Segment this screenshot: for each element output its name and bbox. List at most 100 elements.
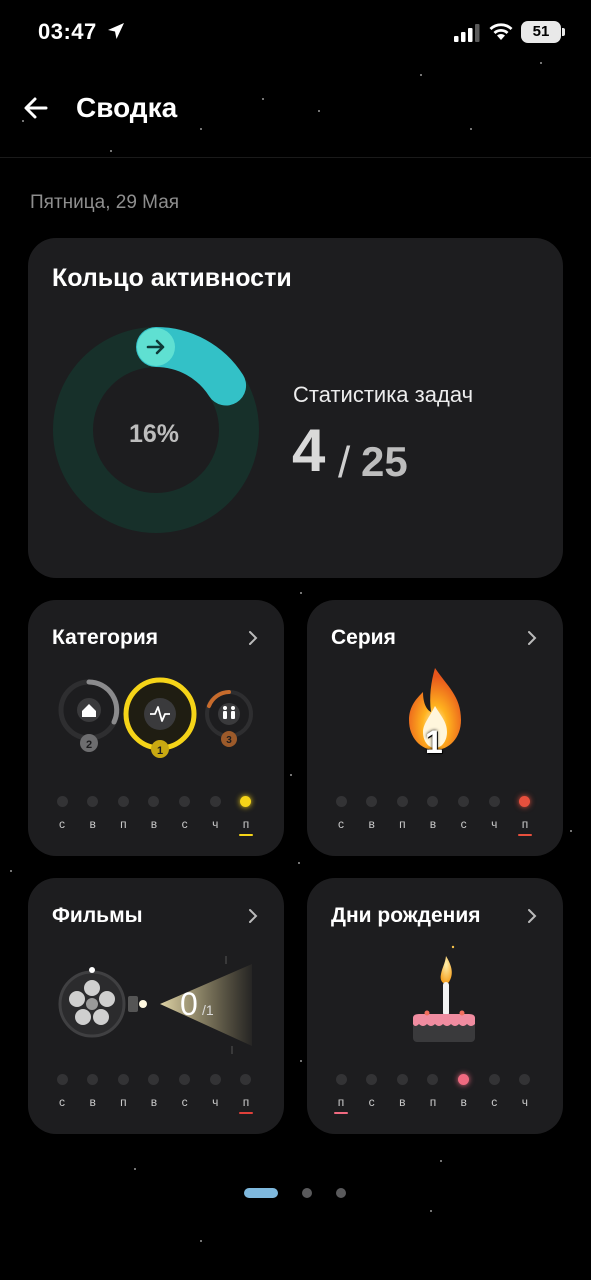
birthdays-title: Дни рождения	[331, 904, 481, 927]
birthday-cake-icon	[413, 945, 475, 1042]
weekday-underline	[238, 1112, 253, 1114]
weekday: ч	[205, 1074, 225, 1114]
weekday-label: ч	[521, 1095, 529, 1109]
film-projector-icon	[58, 956, 252, 1054]
weekday-dot	[148, 1074, 160, 1085]
page-dot[interactable]	[336, 1188, 346, 1198]
star	[300, 1060, 302, 1062]
weekday-label: ч	[212, 817, 219, 831]
weekday-label: в	[429, 817, 437, 831]
chevron-right-icon[interactable]	[246, 630, 260, 646]
chevron-right-icon[interactable]	[246, 908, 260, 924]
weekday: п	[236, 796, 256, 836]
weekday: с	[175, 1074, 195, 1114]
chevron-right-icon[interactable]	[525, 908, 539, 924]
weekday-label: ч	[212, 1095, 219, 1109]
weekday-label: п	[399, 817, 406, 831]
status-bar: 03:47 51	[0, 0, 591, 64]
weekday-label: в	[150, 1095, 158, 1109]
weekday: п	[236, 1074, 256, 1114]
weekday-dot	[427, 1074, 439, 1085]
category-home-ring: 2	[58, 679, 120, 752]
weekday: в	[144, 796, 164, 836]
battery-indicator: 51	[521, 21, 565, 43]
weekday-dot	[240, 1074, 252, 1085]
streak-week-row: свпвсчп	[331, 796, 535, 836]
weekday: п	[331, 1074, 351, 1114]
weekday-label: п	[337, 1095, 345, 1109]
weekday-label: в	[89, 817, 96, 831]
star	[10, 870, 12, 872]
tasks-done-count: 4	[292, 417, 326, 484]
weekday: в	[362, 796, 382, 836]
weekday-label: в	[399, 1095, 406, 1109]
weekday: в	[83, 796, 103, 836]
activity-ring-card[interactable]: Кольцо активности 16% Статистика задач 4…	[28, 238, 563, 578]
weekday: п	[392, 796, 412, 836]
star	[570, 830, 572, 832]
weekday-label: в	[89, 1095, 96, 1109]
date-label: Пятница, 29 Мая	[30, 192, 180, 213]
weekday-dot	[179, 796, 191, 807]
weekday-dot	[209, 1074, 221, 1085]
birthdays-card[interactable]: Дни рождения п с в п в с ч	[307, 878, 563, 1134]
task-stats-label: Статистика задач	[293, 382, 474, 407]
weekday: п	[113, 1074, 133, 1114]
star	[430, 1210, 432, 1212]
chevron-right-icon[interactable]	[525, 630, 539, 646]
category-family-ring: 3	[205, 690, 253, 747]
weekday-dot	[240, 796, 252, 807]
page-indicator[interactable]	[244, 1188, 354, 1200]
weekday-label: с	[59, 817, 65, 831]
weekday: с	[52, 1074, 72, 1114]
page-title: Сводка	[76, 92, 178, 123]
weekday: с	[331, 796, 351, 836]
weekday: с	[454, 796, 474, 836]
activity-ring-title: Кольцо активности	[52, 264, 292, 292]
category-rank-1: 1	[157, 745, 163, 757]
weekday-dot	[366, 1074, 378, 1085]
weekday-label: с	[181, 817, 188, 831]
page-dot-active[interactable]	[244, 1188, 278, 1198]
category-pulse-ring: 1	[123, 677, 197, 758]
weekday: ч	[484, 796, 504, 836]
weekday-label: п	[521, 817, 529, 831]
movies-week-row: свпвсчп	[52, 1074, 256, 1114]
streak-title: Серия	[331, 626, 396, 649]
activity-percent: 16%	[128, 420, 180, 448]
star	[134, 1168, 136, 1170]
weekday: в	[83, 1074, 103, 1114]
page-dot[interactable]	[302, 1188, 312, 1198]
back-arrow-icon[interactable]	[20, 92, 52, 124]
weekday-dot	[87, 796, 99, 807]
star	[300, 592, 302, 594]
weekday-label: с	[181, 1095, 188, 1109]
tasks-total-count: 25	[361, 438, 408, 485]
weekday-dot	[427, 796, 439, 807]
weekday-dot	[179, 1074, 191, 1085]
weekday-label: в	[150, 817, 158, 831]
category-card[interactable]: Категория 2 1 3 с в п в с ч п	[28, 600, 284, 856]
weekday-label: п	[242, 817, 250, 831]
streak-card[interactable]: Серия 1 с в п в с ч п	[307, 600, 563, 856]
weekday-dot	[56, 796, 68, 807]
star	[440, 1160, 442, 1162]
weekday-label: п	[242, 1095, 250, 1109]
weekday: ч	[205, 796, 225, 836]
weekday-label: с	[368, 1095, 375, 1109]
movies-watched-count: 0	[180, 986, 198, 1022]
weekday-label: п	[120, 817, 127, 831]
cellular-signal-icon	[454, 24, 480, 42]
weekday-label: с	[491, 1095, 498, 1109]
weekday-label: ч	[491, 817, 498, 831]
category-title: Категория	[52, 626, 159, 649]
weekday-label: в	[460, 1095, 467, 1109]
movies-total-count: /1	[202, 1002, 214, 1018]
weekday-dot	[87, 1074, 99, 1085]
weekday-label: п	[120, 1095, 127, 1109]
movies-card[interactable]: Фильмы 0 /1 с в п в с ч п	[28, 878, 284, 1134]
weekday: п	[113, 796, 133, 836]
weekday-dot	[519, 796, 531, 807]
weekday-dot	[488, 1074, 500, 1085]
weekday-underline	[334, 1112, 348, 1114]
